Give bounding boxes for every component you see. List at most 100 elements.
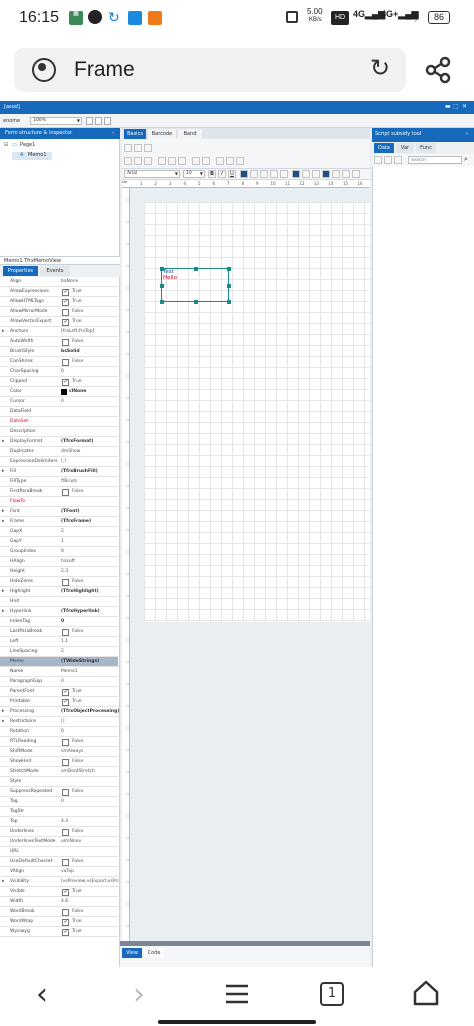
text-align-right-icon[interactable] [270,170,278,178]
property-row[interactable]: Name Memo1 [0,667,118,677]
expand-icon[interactable]: ▸ [2,438,5,444]
property-row[interactable]: ▸ Restrictions [] [0,717,118,727]
property-row[interactable]: Hint [0,597,118,607]
property-row[interactable]: Visible True [0,887,118,897]
property-row[interactable]: WordWrap True [0,917,118,927]
property-row[interactable]: AllowVectorExport True [0,317,118,327]
property-row[interactable]: HideZeros False [0,577,118,587]
property-checkbox[interactable] [62,578,69,586]
property-row[interactable]: HAlign haLeft [0,557,118,567]
search-icon[interactable]: ⌕ [464,155,468,164]
property-row[interactable]: AllowExpressions True [0,287,118,297]
property-row[interactable]: Clipped True [0,377,118,387]
share-icon[interactable] [425,56,453,84]
bold-icon[interactable]: B [208,170,216,178]
property-checkbox[interactable] [62,358,69,366]
home-icon[interactable] [413,980,439,1006]
property-row[interactable]: Width 4.6 [0,897,118,907]
back-icon[interactable]: ‹ [36,977,48,1012]
bring-front-icon[interactable] [226,157,234,165]
property-row[interactable]: AllowMirrorMode False [0,307,118,317]
property-checkbox[interactable] [62,318,69,326]
property-row[interactable]: ▸ Frame (TfrxFrame) [0,517,118,527]
expand-icon[interactable]: ▸ [2,468,5,474]
property-checkbox[interactable] [62,828,69,836]
resize-handle[interactable] [194,267,198,271]
search-input[interactable] [408,156,462,164]
property-row[interactable]: DataSet [0,417,118,427]
send-back-icon[interactable] [236,157,244,165]
property-row[interactable]: ▸ Highlight (TfrxHighlight) [0,587,118,597]
property-row[interactable]: Description [0,427,118,437]
zoom-tool-icon[interactable] [144,144,152,152]
expand-icon[interactable]: ▸ [2,608,5,614]
align-right-icon[interactable] [144,157,152,165]
tree-node-memo[interactable]: A Memo1 [12,152,52,160]
property-checkbox[interactable] [62,488,69,496]
tab-var[interactable]: Var [396,143,414,153]
frame-top-icon[interactable] [302,170,310,178]
property-row[interactable]: IndexTag 0 [0,617,118,627]
underline-icon[interactable]: U [228,170,236,178]
property-row[interactable]: GapX 2 [0,527,118,537]
property-checkbox[interactable] [62,858,69,866]
property-row[interactable]: DataField [0,407,118,417]
tab-code[interactable]: Code [144,948,164,958]
expand-icon[interactable]: ⊟ [4,142,8,149]
fill-color-icon[interactable] [292,170,300,178]
tab-view[interactable]: View [122,948,142,958]
tab-band[interactable]: Band [178,129,202,139]
property-checkbox[interactable] [62,378,69,386]
menu-icon[interactable] [226,984,248,1004]
frame-color-icon[interactable] [322,170,330,178]
property-checkbox[interactable] [62,918,69,926]
spacing-icon[interactable] [216,157,224,165]
resize-handle[interactable] [227,284,231,288]
property-row[interactable]: Underlines False [0,827,118,837]
property-row[interactable]: Color clNone [0,387,118,397]
property-checkbox[interactable] [62,788,69,796]
save-icon[interactable] [104,117,111,125]
expand-icon[interactable]: ▸ [2,518,5,524]
property-row[interactable]: Memo (TWideStrings) [0,657,118,667]
expand-icon[interactable]: ▸ [2,878,5,884]
property-row[interactable]: WordBreak False [0,907,118,917]
tabs-count-icon[interactable]: 1 [320,982,344,1006]
property-row[interactable]: StretchMode smDontStretch [0,767,118,777]
property-row[interactable]: Cursor 0 [0,397,118,407]
resize-handle[interactable] [227,267,231,271]
property-row[interactable]: FlowTo [0,497,118,507]
property-row[interactable]: SuppressRepeated False [0,787,118,797]
property-row[interactable]: FirstParaBreak False [0,487,118,497]
frame-width-icon[interactable] [342,170,350,178]
property-row[interactable]: VAlign vaTop [0,867,118,877]
property-row[interactable]: CanShrink False [0,357,118,367]
address-bar[interactable]: Frame ↻ [14,48,406,92]
property-checkbox[interactable] [62,888,69,896]
property-row[interactable]: Duplicates dmShow [0,447,118,457]
same-width-icon[interactable] [192,157,200,165]
property-row[interactable]: GroupIndex 0 [0,547,118,557]
expand-icon[interactable]: ▸ [2,718,5,724]
property-row[interactable]: ExpressionDelimiters [,] [0,457,118,467]
property-checkbox[interactable] [62,308,69,316]
add-data-icon[interactable] [374,156,382,164]
tab-barcode[interactable]: Barcode [148,129,176,139]
font-name-select[interactable]: Arial ▼ [124,170,180,178]
property-row[interactable]: Tag 0 [0,797,118,807]
resize-handle[interactable] [160,300,164,304]
resize-handle[interactable] [160,284,164,288]
property-checkbox[interactable] [62,688,69,696]
property-row[interactable]: ShiftMode smAlways [0,747,118,757]
property-row[interactable]: TagStr [0,807,118,817]
expand-icon[interactable]: ▸ [2,588,5,594]
property-checkbox[interactable] [62,628,69,636]
tab-data[interactable]: Data [374,143,394,153]
property-checkbox[interactable] [62,928,69,936]
resize-handle[interactable] [160,267,164,271]
tab-basics[interactable]: Basics [124,129,146,139]
property-row[interactable]: Height 2.3 [0,567,118,577]
font-color-icon[interactable] [240,170,248,178]
expand-icon[interactable]: ▸ [2,508,5,514]
close-icon[interactable]: ✕ [462,103,467,110]
